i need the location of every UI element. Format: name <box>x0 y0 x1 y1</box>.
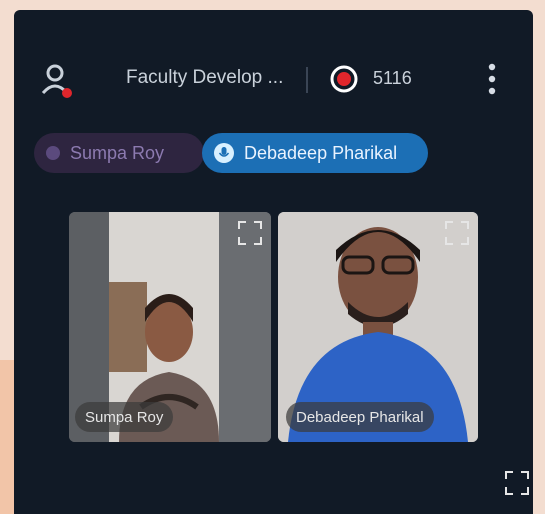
meeting-screen: Faculty Develop ... 5116 Sumpa Roy Debad… <box>14 10 533 514</box>
meeting-toolbar: Faculty Develop ... 5116 <box>14 55 533 105</box>
fullscreen-icon[interactable] <box>504 470 530 496</box>
expand-icon[interactable] <box>444 220 470 246</box>
expand-icon[interactable] <box>237 220 263 246</box>
record-icon[interactable] <box>329 64 359 94</box>
speaker-dot-icon <box>46 146 60 160</box>
video-tile-debadeep[interactable]: Debadeep Pharikal <box>278 212 478 442</box>
speaker-pill-sumpa[interactable]: Sumpa Roy <box>34 133 204 173</box>
tile-name-label: Debadeep Pharikal <box>286 402 434 432</box>
speaker-pill-label: Sumpa Roy <box>70 142 165 163</box>
meeting-timer: 5116 <box>373 68 412 88</box>
more-vertical-icon[interactable] <box>484 61 500 97</box>
mic-icon <box>214 143 234 163</box>
participants-icon[interactable] <box>39 63 75 99</box>
toolbar-divider <box>306 67 308 93</box>
speaker-pill-label: Debadeep Pharikal <box>244 142 398 163</box>
speaker-pill-debadeep[interactable]: Debadeep Pharikal <box>202 133 428 173</box>
meeting-title: Faculty Develop ... <box>126 67 284 88</box>
video-tile-sumpa[interactable]: Sumpa Roy <box>69 212 271 442</box>
tile-name-label: Sumpa Roy <box>75 402 174 432</box>
